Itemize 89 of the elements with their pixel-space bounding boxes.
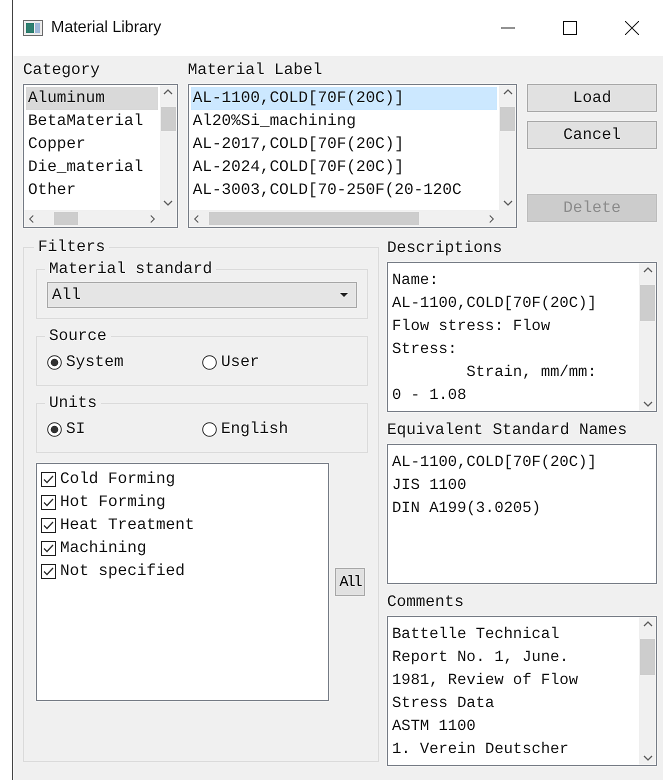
radio-label[interactable]: SI <box>66 418 86 440</box>
scrollbar-thumb[interactable] <box>160 107 176 131</box>
radio-button[interactable] <box>47 422 62 436</box>
scroll-left-icon[interactable] <box>28 214 35 224</box>
scroll-up-icon[interactable] <box>163 88 174 95</box>
list-label: Category <box>23 60 101 80</box>
text-line: DIN A199(3.0205) <box>392 498 542 519</box>
scroll-down-icon[interactable] <box>642 755 652 762</box>
panel-label: Comments <box>387 592 465 612</box>
text-area[interactable]: Name: AL-1100,COLD[70F(20C)] Flow stress: Flow Stress: Strain, mm/mm: 0 - 1.08 <box>387 262 657 412</box>
text-line: Stress: <box>392 339 458 360</box>
text-line: Report No. 1, June. <box>392 647 570 668</box>
scroll-down-icon[interactable] <box>163 200 174 207</box>
group-title: Source <box>48 327 108 345</box>
text-line: JIS 1100 <box>392 475 468 496</box>
group-title: Units <box>48 394 98 412</box>
scrollbar-thumb[interactable] <box>500 107 516 131</box>
text-area[interactable]: Battelle Technical Report No. 1, June. 1981, Review of Flow Stress Data ASTM 1100 1. Verein Deutscher <box>387 616 657 766</box>
horizontal-scrollbar[interactable] <box>188 210 500 227</box>
scroll-up-icon[interactable] <box>642 620 652 627</box>
checkbox-label[interactable]: Machining <box>60 537 146 560</box>
list-item[interactable]: AL-1100,COLD[70F(20C)] <box>190 87 498 110</box>
checkbox[interactable] <box>41 518 56 533</box>
text-line: 1981, Review of Flow <box>392 670 580 691</box>
text-line: 1. Verein Deutscher <box>392 739 570 760</box>
list-label: Material Label <box>188 60 324 80</box>
list-item[interactable]: AL-2017,COLD[70F(20C)] <box>190 133 498 156</box>
radio-button[interactable] <box>202 422 217 436</box>
text-line: AL-1100,COLD[70F(20C)] <box>392 293 598 314</box>
panel-label: Equivalent Standard Names <box>387 420 628 440</box>
window-title: Material Library <box>51 19 162 37</box>
list-item[interactable]: AL-2024,COLD[70F(20C)] <box>190 156 498 179</box>
list-item[interactable]: BetaMaterial <box>26 110 158 133</box>
checkbox-label[interactable]: Heat Treatment <box>60 514 194 537</box>
app-icon <box>23 20 43 36</box>
list-item[interactable]: AL-3003,COLD[70-250F(20-120C <box>190 179 498 202</box>
text-area[interactable]: AL-1100,COLD[70F(20C)] JIS 1100 DIN A199(3.0205) <box>387 444 657 584</box>
scroll-right-icon[interactable] <box>488 214 496 224</box>
dropdown-arrow-icon <box>340 293 348 297</box>
scroll-up-icon[interactable] <box>642 266 652 273</box>
list-item[interactable]: Copper <box>26 133 158 156</box>
dialog-button[interactable]: Load <box>527 84 657 112</box>
scroll-left-icon[interactable] <box>192 214 200 224</box>
vertical-scrollbar[interactable] <box>160 85 177 210</box>
checkbox-label[interactable]: Hot Forming <box>60 491 166 514</box>
text-line: 0 - 1.08 <box>392 385 468 406</box>
scrollbar-thumb[interactable] <box>208 212 419 225</box>
radio-label[interactable]: System <box>66 351 124 373</box>
list-item[interactable]: Aluminum <box>26 87 158 110</box>
list-item[interactable]: Al20%Si_machining <box>190 110 498 133</box>
text-line: Strain, mm/mm: <box>465 362 598 383</box>
checkbox-label[interactable]: Not specified <box>60 560 185 583</box>
text-line: AL-1100,COLD[70F(20C)] <box>392 452 598 473</box>
radio-label[interactable]: English <box>221 418 288 440</box>
minimize-icon[interactable] <box>501 27 515 29</box>
list-item[interactable]: Die_material <box>26 156 158 179</box>
text-line: Stress Data <box>392 693 496 714</box>
horizontal-scrollbar[interactable] <box>24 210 160 227</box>
maximize-icon[interactable] <box>563 21 577 35</box>
panel-label: Descriptions <box>387 238 504 258</box>
list-item[interactable]: Other <box>26 179 158 202</box>
radio-button[interactable] <box>202 354 217 370</box>
radio-button[interactable] <box>47 354 62 370</box>
vertical-scrollbar[interactable] <box>499 85 516 210</box>
close-icon[interactable] <box>625 21 639 35</box>
standard-dropdown[interactable]: All <box>47 282 357 308</box>
scroll-down-icon[interactable] <box>502 200 513 207</box>
vertical-scrollbar[interactable] <box>639 263 656 411</box>
text-line: ASTM 1100 <box>392 716 477 737</box>
scroll-down-icon[interactable] <box>642 401 652 408</box>
dialog-button[interactable]: Cancel <box>527 121 657 149</box>
group-title: Material standard <box>48 260 214 278</box>
select-all-button[interactable]: All <box>335 568 365 596</box>
radio-label[interactable]: User <box>221 351 260 373</box>
scrollbar-thumb[interactable] <box>640 639 655 675</box>
group-title: Filters <box>37 238 106 256</box>
checkbox[interactable] <box>41 495 56 510</box>
checkbox-label[interactable]: Cold Forming <box>60 468 176 491</box>
scroll-right-icon[interactable] <box>148 214 156 224</box>
checkbox[interactable] <box>41 541 56 556</box>
checkbox[interactable] <box>41 564 56 579</box>
scrollbar-thumb[interactable] <box>640 285 655 321</box>
text-line: Battelle Technical <box>392 624 560 645</box>
scrollbar-thumb[interactable] <box>54 212 78 225</box>
text-line: Name: <box>392 270 440 291</box>
vertical-scrollbar[interactable] <box>639 617 656 765</box>
text-line: Flow stress: Flow <box>392 316 552 337</box>
scroll-up-icon[interactable] <box>502 88 513 95</box>
checkbox[interactable] <box>41 472 56 487</box>
